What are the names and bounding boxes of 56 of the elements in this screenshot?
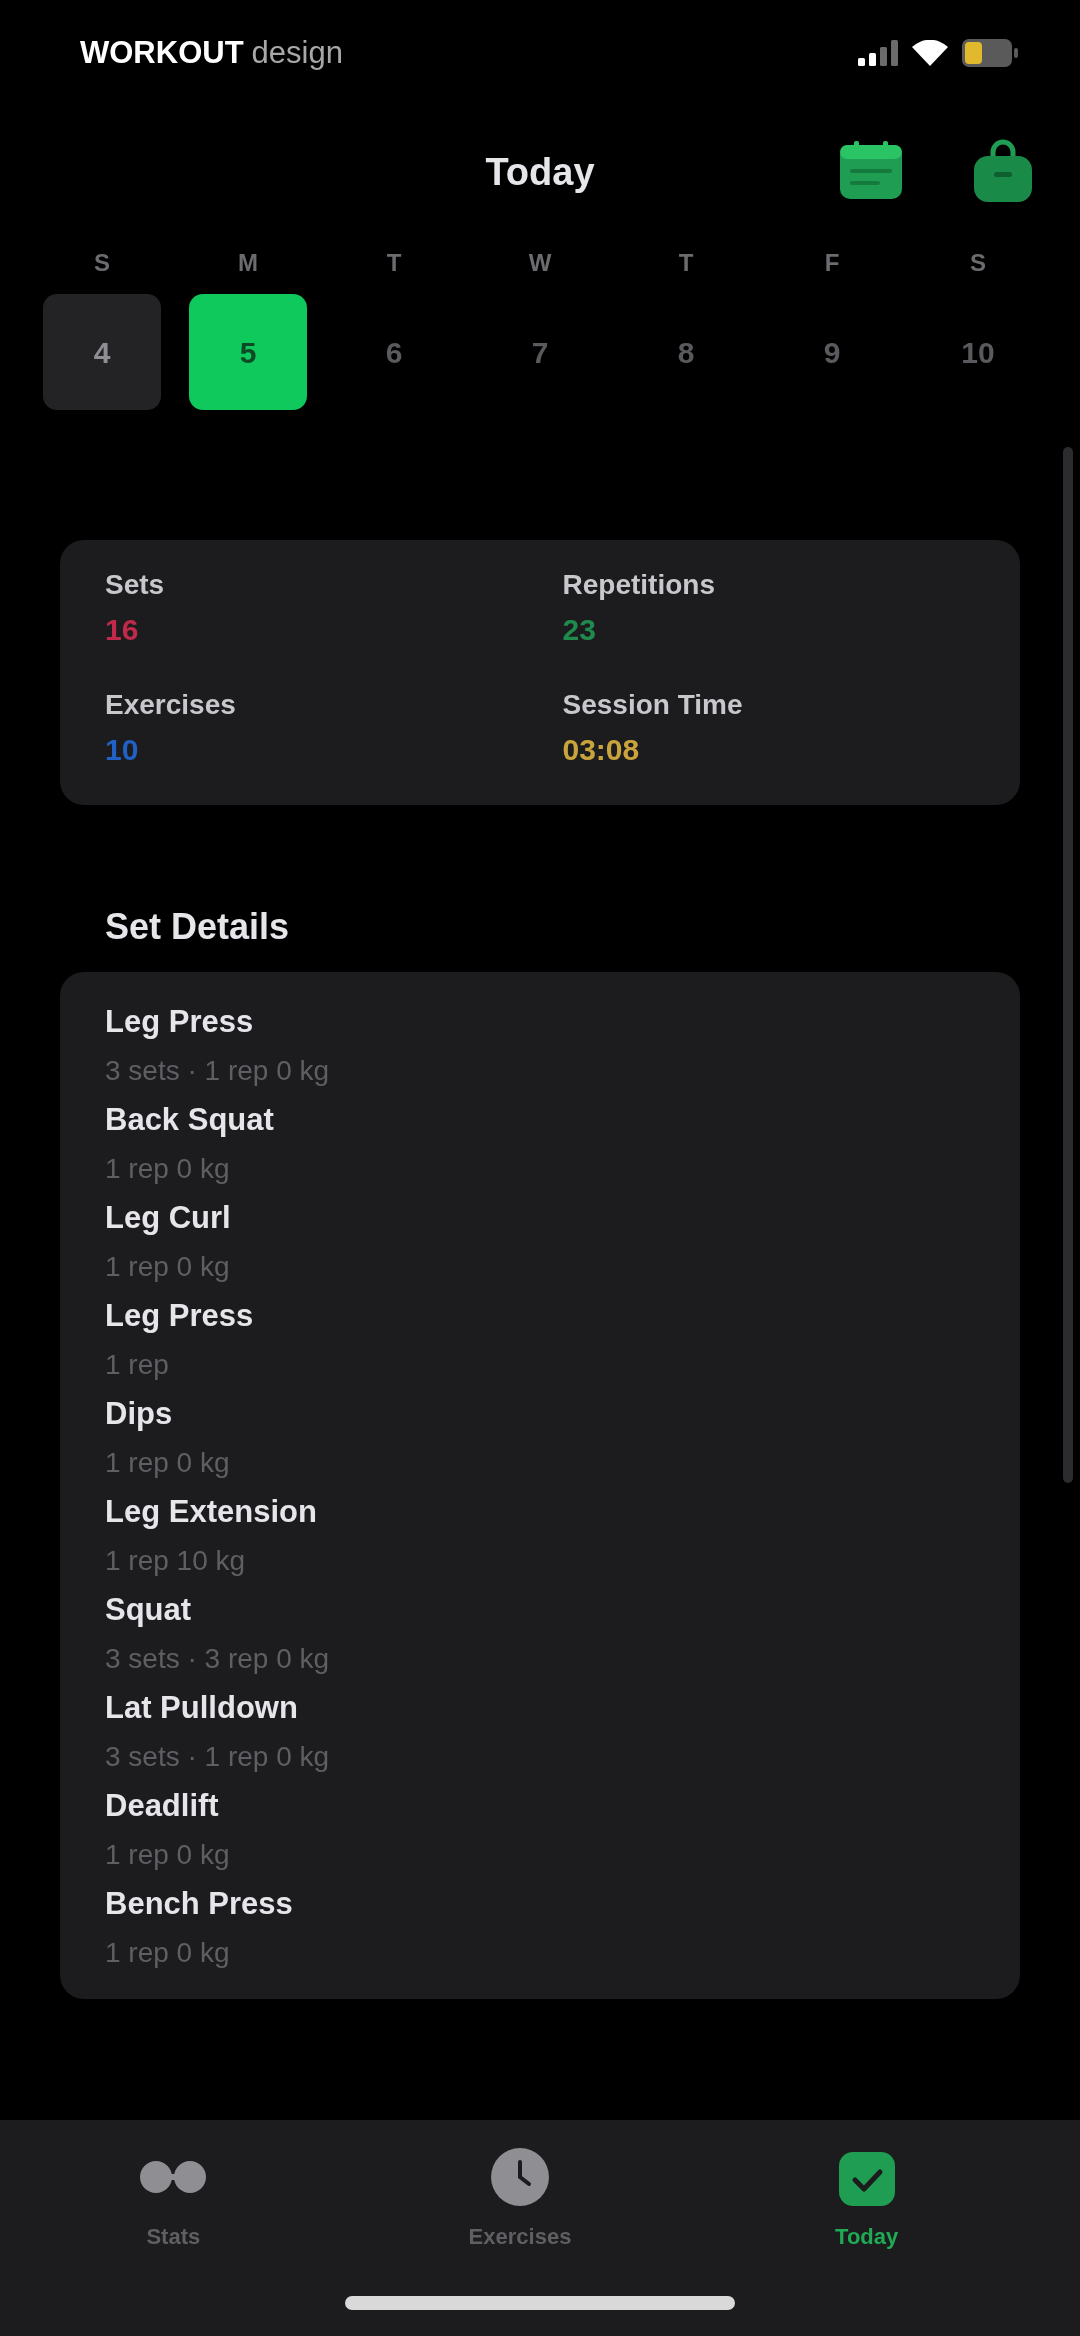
exercise-detail: 1 rep 0 kg <box>105 1250 230 1284</box>
weekday-label: M <box>238 248 258 278</box>
battery-icon <box>962 39 1018 67</box>
exercise-detail: 1 rep 0 kg <box>105 1446 230 1480</box>
stat-value: 16 <box>105 612 139 648</box>
tab-button[interactable]: Today <box>825 2142 909 2257</box>
stat-label: Session Time <box>562 688 743 722</box>
stat-label: Exercises <box>105 688 236 722</box>
weekday-label: S <box>970 248 986 278</box>
stat-value: 23 <box>562 612 596 648</box>
exercise-name: Leg Curl <box>105 1199 231 1237</box>
exercise-detail: 3 sets · 1 rep 0 kg <box>105 1054 330 1088</box>
exercise-name: Dips <box>105 1395 173 1433</box>
status-subtitle: design <box>251 33 343 72</box>
date-tile[interactable]: 5 <box>189 294 307 410</box>
exercise-name: Squat <box>105 1591 192 1629</box>
exercise-detail: 1 rep 0 kg <box>105 1936 230 1970</box>
section-heading: Set Details <box>105 905 290 949</box>
date-tile[interactable]: 9 <box>773 294 891 410</box>
exercise-name: Back Squat <box>105 1101 274 1139</box>
date-tile[interactable]: 6 <box>335 294 453 410</box>
stat-label: Repetitions <box>562 568 715 602</box>
status-title: WORKOUT <box>80 33 244 72</box>
weekday-label: W <box>528 248 552 278</box>
exercise-detail: 1 rep 10 kg <box>105 1544 246 1578</box>
date-tile[interactable]: 4 <box>43 294 161 410</box>
page-title: Today <box>485 150 595 195</box>
wifi-icon <box>912 40 948 66</box>
exercise-name: Leg Press <box>105 1003 254 1041</box>
exercise-detail: 1 rep 0 kg <box>105 1152 230 1186</box>
two-circles-icon <box>140 2160 207 2194</box>
clock-icon <box>491 2148 549 2206</box>
exercise-name: Deadlift <box>105 1787 219 1825</box>
weekday-label: T <box>678 248 694 278</box>
exercise-name: Lat Pulldown <box>105 1689 298 1727</box>
stat-label: Sets <box>105 568 165 602</box>
bag-icon[interactable] <box>974 138 1032 202</box>
exercise-detail: 3 sets · 1 rep 0 kg <box>105 1740 330 1774</box>
exercise-detail: 3 sets · 3 rep 0 kg <box>105 1642 330 1676</box>
weekday-label: S <box>94 248 110 278</box>
tab-button[interactable]: Stats <box>130 2142 217 2257</box>
exercise-detail: 1 rep <box>105 1348 169 1382</box>
stat-value: 03:08 <box>562 732 640 768</box>
calendar-icon[interactable] <box>840 141 902 199</box>
weekday-label: T <box>386 248 402 278</box>
exercise-detail: 1 rep 0 kg <box>105 1838 230 1872</box>
date-tile[interactable]: 8 <box>627 294 745 410</box>
signal-icon <box>858 40 898 66</box>
tab-button[interactable]: Exercises <box>458 2142 582 2257</box>
exercise-name: Bench Press <box>105 1885 293 1923</box>
exercise-name: Leg Press <box>105 1297 254 1335</box>
weekday-label: F <box>824 248 840 278</box>
exercise-name: Leg Extension <box>105 1493 317 1531</box>
stat-value: 10 <box>105 732 139 768</box>
date-tile[interactable]: 10 <box>919 294 1037 410</box>
date-tile[interactable]: 7 <box>481 294 599 410</box>
